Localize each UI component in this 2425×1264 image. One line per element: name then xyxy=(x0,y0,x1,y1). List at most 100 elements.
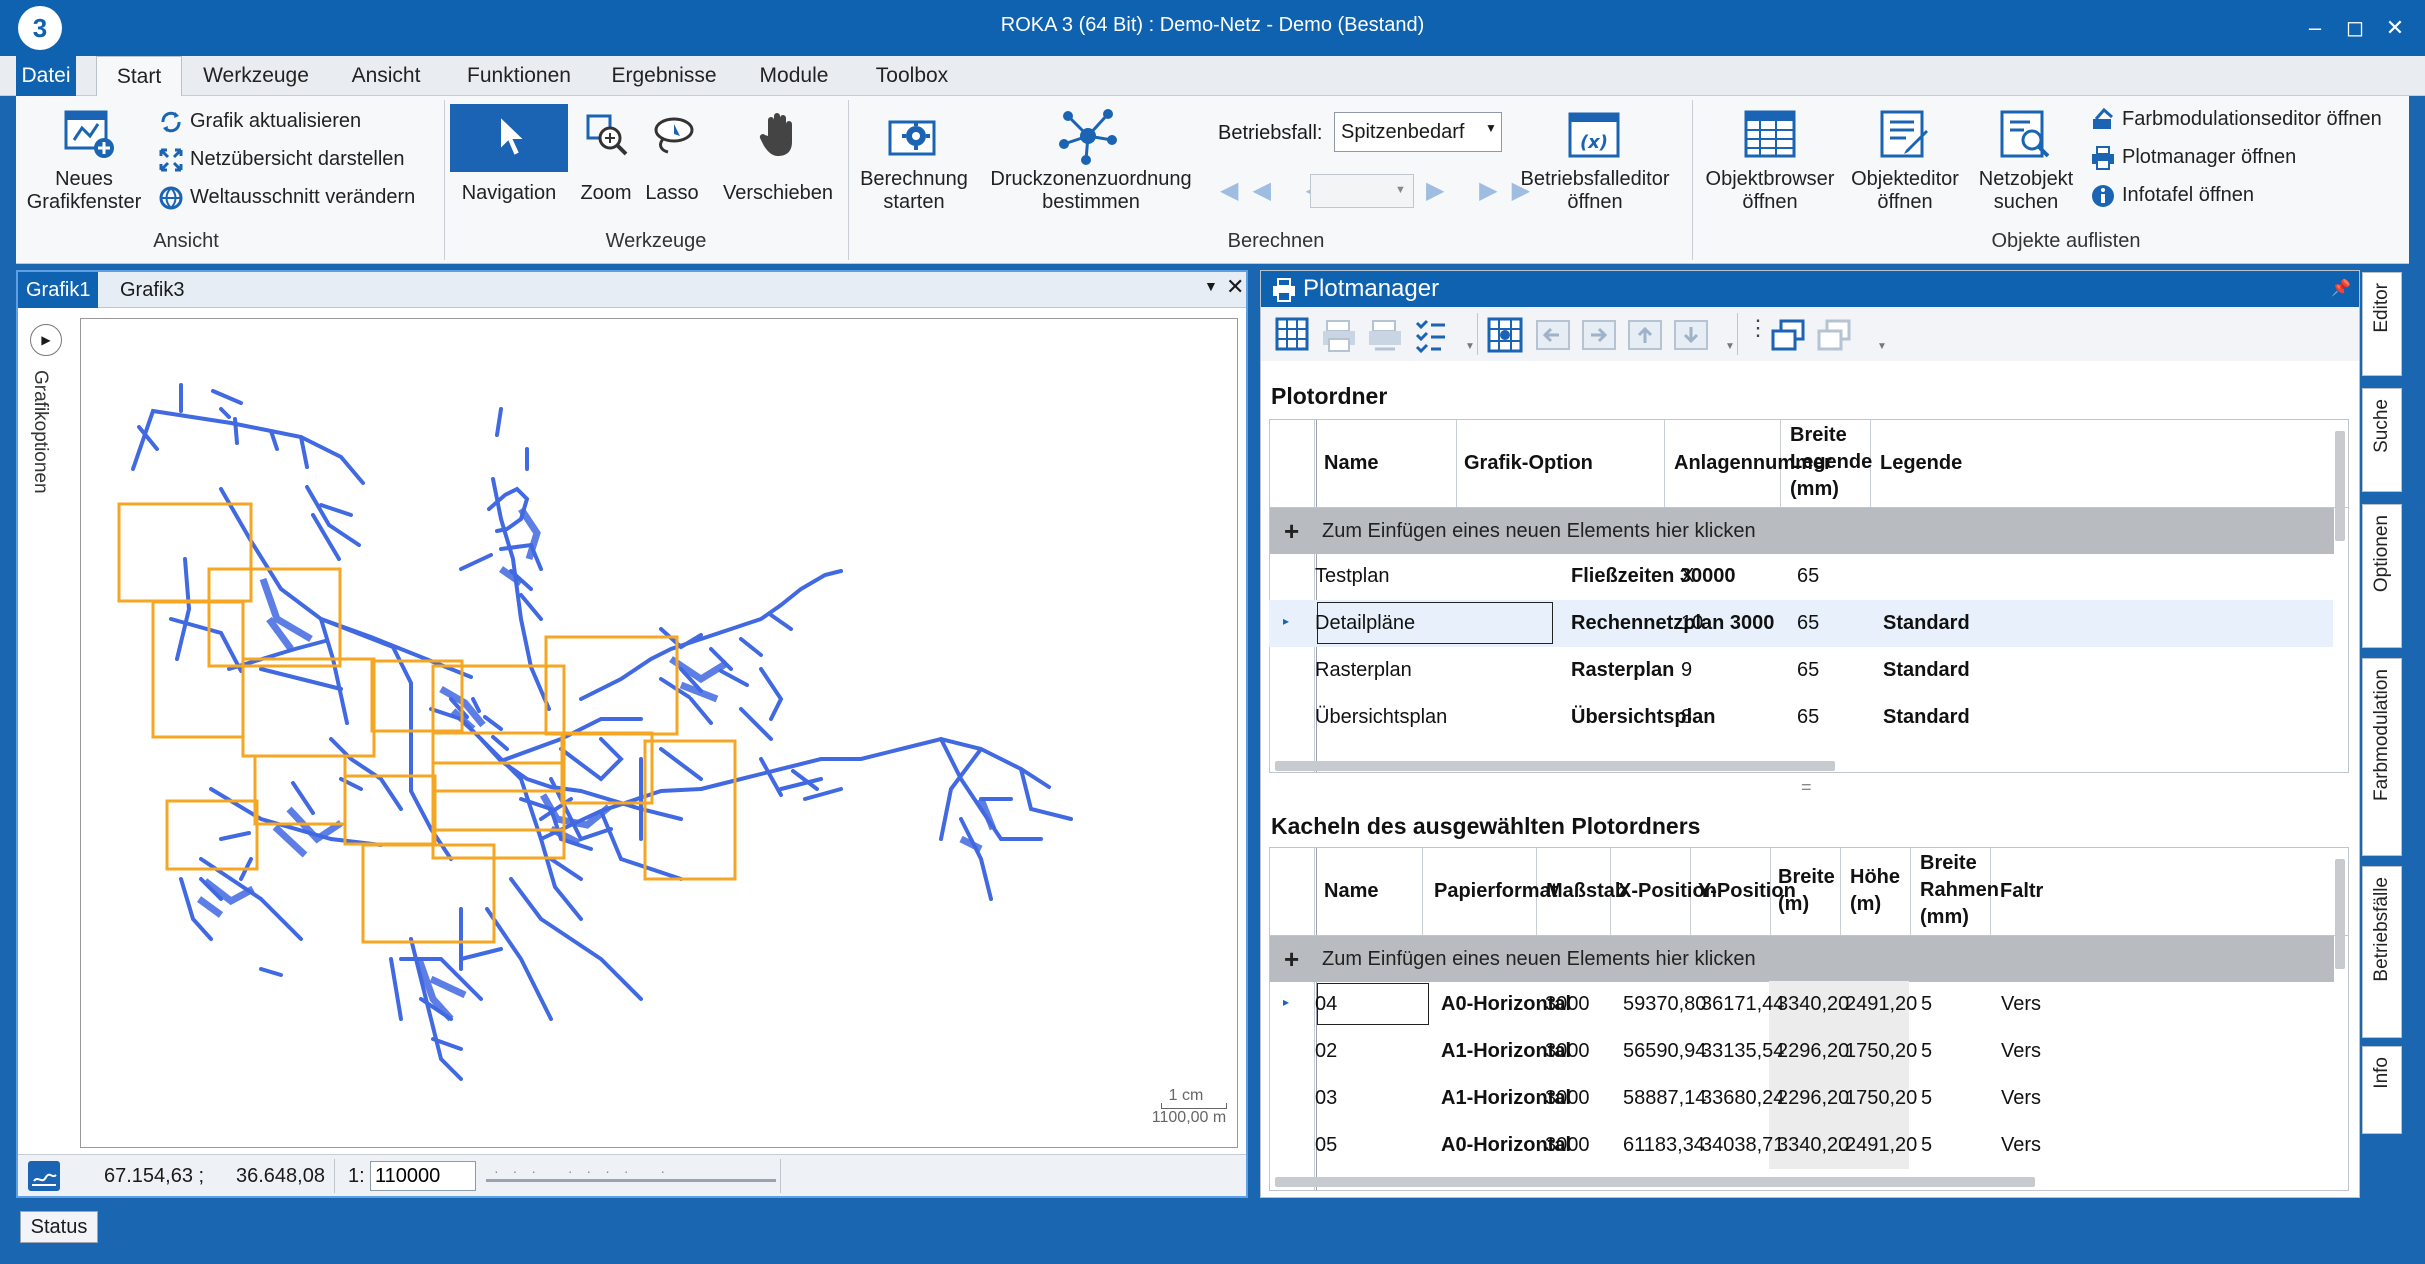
col-header-name[interactable]: Name xyxy=(1324,450,1378,477)
checklist-icon[interactable] xyxy=(1411,315,1451,355)
zoom-button[interactable]: Zoom xyxy=(576,182,636,205)
tab-start[interactable]: Start xyxy=(96,56,182,97)
kacheln-vscroll[interactable] xyxy=(2335,859,2345,969)
cell-b[interactable]: 2296,20 xyxy=(1777,1040,1849,1063)
side-tab-info[interactable]: Info xyxy=(2362,1046,2402,1134)
object-browser-button[interactable]: Objektbrowser öffnen xyxy=(1700,168,1840,214)
cell-nr[interactable]: 10 xyxy=(1681,612,1703,635)
status-button[interactable]: Status xyxy=(20,1211,98,1243)
cell-option[interactable]: Rechennetzplan 3000 xyxy=(1571,612,1774,635)
step-select[interactable]: ▼ xyxy=(1310,174,1414,208)
cell-h[interactable]: 1750,20 xyxy=(1845,1087,1917,1110)
world-button[interactable]: Weltausschnitt verändern xyxy=(158,182,415,212)
close-icon[interactable]: ✕ xyxy=(2375,10,2415,46)
cell-name[interactable]: Testplan xyxy=(1315,565,1390,588)
plotordner-row[interactable]: Rasterplan Rasterplan 9 65 Standard xyxy=(1269,647,2333,694)
cell-r[interactable]: 5 xyxy=(1921,1134,1932,1157)
plotordner-row[interactable]: Übersichtsplan Übersichtsplan 8 65 Standard xyxy=(1269,694,2333,741)
move-down-icon[interactable] xyxy=(1671,315,1711,355)
col-header-legende[interactable]: Legende xyxy=(1880,450,1962,477)
pin-icon[interactable]: 📌 xyxy=(2331,271,2351,307)
cell-y[interactable]: 33680,24 xyxy=(1701,1087,1784,1110)
cell-name[interactable]: Übersichtsplan xyxy=(1315,706,1447,729)
search-object-button[interactable]: Netzobjekt suchen xyxy=(1968,168,2084,214)
cell-option[interactable]: Übersichtsplan xyxy=(1571,706,1715,729)
cell-f[interactable]: Vers xyxy=(2001,1040,2041,1063)
kachel-row[interactable]: 05 A0-Horizontal 3000 61183,34 34038,71 3340,… xyxy=(1269,1122,2333,1169)
overflow-icon[interactable]: ▼ xyxy=(1877,341,1887,352)
cell-h[interactable]: 2491,20 xyxy=(1845,993,1917,1016)
kachel-row[interactable]: ▸ 04 A0-Horizontal 3000 59370,80 36171,44 3340… xyxy=(1269,981,2333,1028)
splitter-handle[interactable]: = xyxy=(1801,777,1812,798)
cell-name[interactable]: Detailpläne xyxy=(1315,612,1415,635)
cell-r[interactable]: 5 xyxy=(1921,993,1932,1016)
pressure-zone-button[interactable]: Druckzonenzuordnung bestimmen xyxy=(986,168,1196,214)
betriebsfall-select[interactable]: Spitzenbedarf ▼ xyxy=(1334,112,1502,152)
grid-tiles-icon[interactable] xyxy=(1485,315,1525,355)
side-tab-suche[interactable]: Suche xyxy=(2362,388,2402,492)
expand-options-icon[interactable]: ▶ xyxy=(30,324,62,356)
cell-option[interactable]: Fließzeiten 30000 xyxy=(1571,565,1736,588)
add-row-plotordner[interactable]: + Zum Einfügen eines neuen Elements hier… xyxy=(1270,508,2334,554)
add-row-kacheln[interactable]: + Zum Einfügen eines neuen Elements hier… xyxy=(1270,936,2334,982)
cell-nr[interactable]: X xyxy=(1681,565,1694,588)
object-editor-button[interactable]: Objekteditor öffnen xyxy=(1842,168,1968,214)
cell-nr[interactable]: 9 xyxy=(1681,659,1692,682)
cell-legende[interactable]: Standard xyxy=(1883,612,1970,635)
plot-tile[interactable] xyxy=(361,843,496,944)
new-plot-folder-icon[interactable] xyxy=(1273,315,1313,355)
cell-h[interactable]: 2491,20 xyxy=(1845,1134,1917,1157)
scale-input[interactable] xyxy=(370,1161,476,1191)
tab-datei[interactable]: Datei xyxy=(16,56,76,96)
lasso-button[interactable]: Lasso xyxy=(640,182,704,205)
cell-f[interactable]: Vers xyxy=(2001,1134,2041,1157)
navigation-button[interactable]: Navigation xyxy=(450,182,568,205)
maximize-icon[interactable]: ◻ xyxy=(2335,10,2375,46)
cell-y[interactable]: 33135,54 xyxy=(1701,1040,1784,1063)
cell-massstab[interactable]: 3000 xyxy=(1545,1087,1590,1110)
col-header-breite-rahmen[interactable]: Breite Rahmen (mm) xyxy=(1920,850,1999,931)
cell-massstab[interactable]: 3000 xyxy=(1545,993,1590,1016)
col-header-massstab[interactable]: Maßstab xyxy=(1546,878,1627,905)
cell-b[interactable]: 2296,20 xyxy=(1777,1087,1849,1110)
tab-funktionen[interactable]: Funktionen xyxy=(454,56,584,96)
plot-tile[interactable] xyxy=(643,739,737,881)
kacheln-hscroll[interactable] xyxy=(1275,1177,2035,1187)
plotordner-row[interactable]: Testplan Fließzeiten 30000 X 65 xyxy=(1269,553,2333,600)
cell-f[interactable]: Vers xyxy=(2001,1087,2041,1110)
overflow-icon[interactable]: ▼ xyxy=(1725,341,1735,352)
cell-r[interactable]: 5 xyxy=(1921,1087,1932,1110)
infotafel-button[interactable]: Infotafel öffnen xyxy=(2090,180,2254,210)
kachel-row[interactable]: 02 A1-Horizontal 3000 56590,94 33135,54 2296,… xyxy=(1269,1028,2333,1075)
cell-x[interactable]: 61183,34 xyxy=(1623,1134,1705,1157)
kachel-row[interactable]: 03 A1-Horizontal 3000 58887,14 33680,24 2296,… xyxy=(1269,1075,2333,1122)
print-icon[interactable] xyxy=(1319,315,1359,355)
plotordner-hscroll[interactable] xyxy=(1275,761,1835,771)
col-header-grafik-option[interactable]: Grafik-Option xyxy=(1464,450,1593,477)
overflow-icon[interactable]: ▼ xyxy=(1465,341,1475,352)
tab-grafik1[interactable]: Grafik1 xyxy=(18,272,99,308)
start-calculation-button[interactable]: Berechnung starten xyxy=(856,168,972,214)
pan-button[interactable]: Verschieben xyxy=(716,182,840,205)
cell-massstab[interactable]: 3000 xyxy=(1545,1040,1590,1063)
tab-werkzeuge[interactable]: Werkzeuge xyxy=(196,56,316,96)
plot-tile[interactable] xyxy=(117,502,253,603)
plotmanager-button[interactable]: Plotmanager öffnen xyxy=(2090,142,2296,172)
cell-f[interactable]: Vers xyxy=(2001,993,2041,1016)
farbmodulation-button[interactable]: Farbmodulationseditor öffnen xyxy=(2090,104,2382,134)
cell-name[interactable]: Rasterplan xyxy=(1315,659,1412,682)
cell-legende[interactable]: Standard xyxy=(1883,706,1970,729)
graphic-options-sidebar[interactable]: ▶ Grafikoptionen xyxy=(24,320,68,720)
map-layers-icon[interactable] xyxy=(28,1161,60,1191)
cell-name[interactable]: 04 xyxy=(1315,993,1337,1016)
col-header-breite-legende[interactable]: Breite Legende (mm) xyxy=(1790,422,1872,503)
cell-legende[interactable]: Standard xyxy=(1883,659,1970,682)
cell-name[interactable]: 05 xyxy=(1315,1134,1337,1157)
cell-option[interactable]: Rasterplan xyxy=(1571,659,1674,682)
side-tab-betriebsfaelle[interactable]: Betriebsfälle xyxy=(2362,866,2402,1038)
tab-grafik3[interactable]: Grafik3 xyxy=(112,272,192,308)
cell-name[interactable]: 02 xyxy=(1315,1040,1337,1063)
side-tab-editor[interactable]: Editor xyxy=(2362,272,2402,376)
more-options-icon[interactable]: ⋮ xyxy=(1747,315,1769,341)
zoom-slider[interactable]: ··· ···· · xyxy=(486,1163,776,1189)
